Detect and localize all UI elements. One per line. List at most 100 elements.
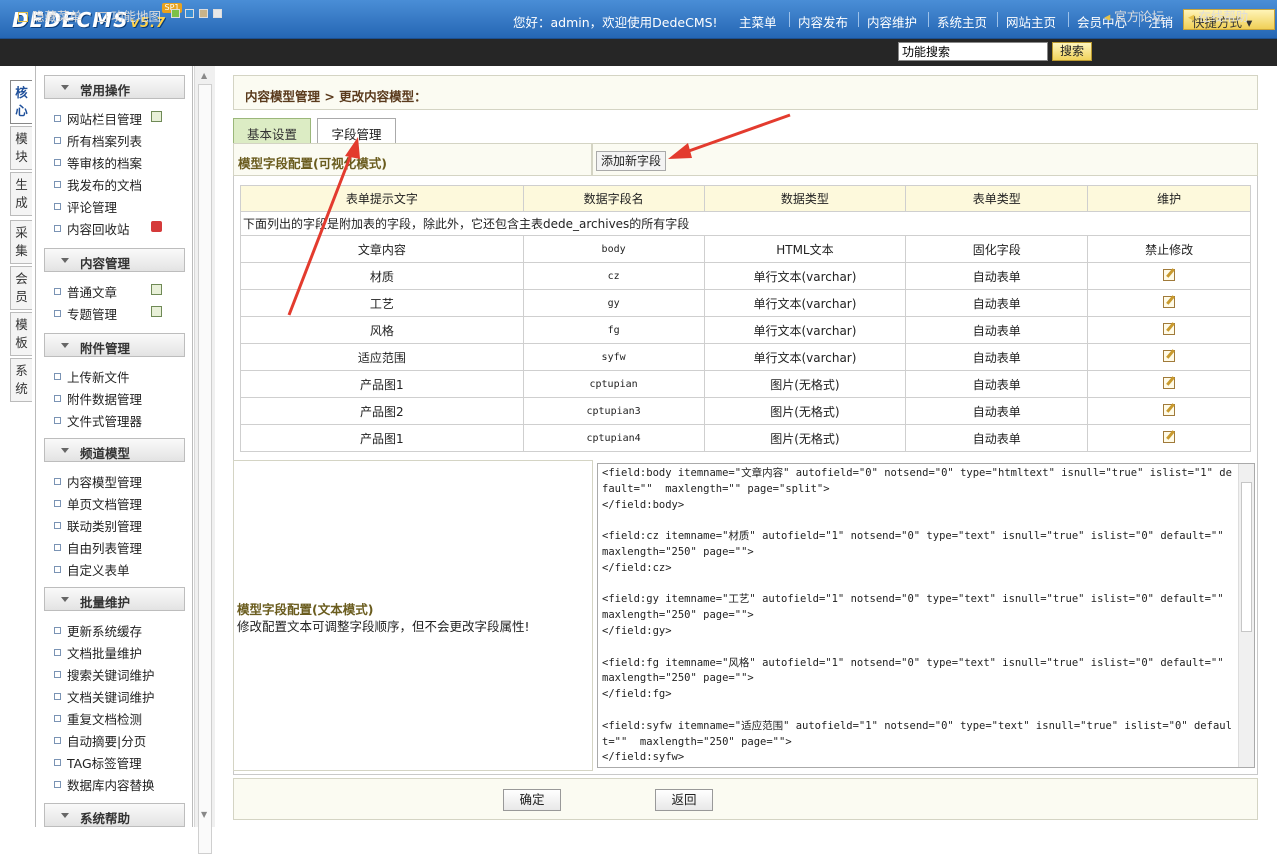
menu-section-5[interactable]: 系统帮助 (44, 803, 185, 827)
edit-icon[interactable] (1163, 295, 1176, 308)
add-field-button[interactable]: 添加新字段 (596, 151, 666, 171)
cell-type: HTML文本 (703, 235, 907, 263)
table-row: 文章内容 body HTML文本 固化字段 禁止修改 (240, 235, 1251, 263)
menu-section-0[interactable]: 常用操作 (44, 75, 185, 99)
menu-section-1[interactable]: 内容管理 (44, 248, 185, 272)
vtab-6[interactable]: 系 统 (10, 358, 32, 402)
menu-item[interactable]: 所有档案列表 (54, 131, 142, 150)
menu-item[interactable]: 我发布的文档 (54, 175, 142, 194)
topnav-item-4[interactable]: 网站主页 (1006, 12, 1056, 31)
tab-basic-settings[interactable]: 基本设置 (233, 118, 311, 144)
collapse-arrow-icon (61, 813, 69, 818)
cell-action (1087, 316, 1251, 344)
scroll-up-icon[interactable]: ▲ (201, 71, 207, 80)
textarea-scrollbar[interactable] (1238, 464, 1254, 767)
edit-icon[interactable] (1163, 403, 1176, 416)
menu-scrollbar[interactable]: ▲ ▼ (194, 66, 215, 854)
menu-item[interactable]: 专题管理 (54, 304, 117, 323)
menu-item[interactable]: 上传新文件 (54, 367, 130, 386)
back-button[interactable]: 返回 (655, 789, 713, 811)
edit-icon[interactable] (1163, 268, 1176, 281)
edit-icon[interactable] (1163, 349, 1176, 362)
topnav-divider (858, 12, 859, 27)
topnav-item-0[interactable]: 主菜单 (739, 12, 777, 31)
tab-field-management[interactable]: 字段管理 (317, 118, 396, 144)
topnav-divider (997, 12, 998, 27)
vtab-5[interactable]: 模 板 (10, 312, 32, 356)
forum-link[interactable]: ◂ 官方论坛 (1104, 6, 1164, 25)
menu-section-3[interactable]: 频道模型 (44, 438, 185, 462)
add-icon[interactable] (151, 306, 162, 317)
menu-item[interactable]: 数据库内容替换 (54, 775, 155, 794)
cell-form: 自动表单 (905, 262, 1089, 290)
confirm-button[interactable]: 确定 (503, 789, 561, 811)
topnav-divider (789, 12, 790, 27)
func-map-button[interactable]: 功能地图 (97, 6, 161, 25)
menu-section-title: 常用操作 (80, 83, 131, 98)
table-row: 产品图1 cptupian4 图片(无格式) 自动表单 (240, 424, 1251, 452)
function-search-input[interactable] (898, 42, 1048, 61)
scroll-down-icon[interactable]: ▼ (201, 810, 207, 819)
theme-brown-icon[interactable] (199, 9, 208, 18)
edit-icon[interactable] (1163, 430, 1176, 443)
vtab-3[interactable]: 采 集 (10, 220, 32, 264)
cell-form: 自动表单 (905, 397, 1089, 425)
menu-item[interactable]: 更新系统缓存 (54, 621, 142, 640)
menu-section-4[interactable]: 批量维护 (44, 587, 185, 611)
menu-item[interactable]: 自由列表管理 (54, 538, 142, 557)
collapse-arrow-icon (61, 343, 69, 348)
theme-green-icon[interactable] (171, 9, 180, 18)
cell-field: syfw (522, 343, 705, 371)
column-header: 表单提示文字 (240, 185, 524, 212)
breadcrumb: 内容模型管理 > 更改内容模型： (233, 75, 1258, 110)
topnav-item-1[interactable]: 内容发布 (798, 12, 848, 31)
menu-item[interactable]: 附件数据管理 (54, 389, 142, 408)
menu-item[interactable]: 文档批量维护 (54, 643, 142, 662)
cell-type: 单行文本(varchar) (703, 289, 907, 317)
menu-item[interactable]: 内容模型管理 (54, 472, 142, 491)
menu-item[interactable]: 搜索关键词维护 (54, 665, 155, 684)
search-button[interactable]: 搜索 (1052, 42, 1092, 61)
cell-type: 单行文本(varchar) (703, 316, 907, 344)
vtab-1[interactable]: 模 块 (10, 126, 32, 170)
edit-icon[interactable] (1163, 376, 1176, 389)
cell-field: cptupian3 (522, 397, 705, 425)
column-header: 数据类型 (703, 185, 907, 212)
table-row: 风格 fg 单行文本(varchar) 自动表单 (240, 316, 1251, 344)
cell-action (1087, 343, 1251, 371)
hide-menu-button[interactable]: 隐藏菜单 (18, 6, 82, 25)
menu-item[interactable]: 自动摘要|分页 (54, 731, 146, 750)
menu-item[interactable]: 自定义表单 (54, 560, 130, 579)
field-config-textarea[interactable]: <field:body itemname="文章内容" autofield="0… (597, 463, 1255, 768)
menu-item[interactable]: TAG标签管理 (54, 753, 142, 772)
cell-label: 产品图1 (240, 424, 524, 452)
menu-item[interactable]: 等审核的档案 (54, 153, 142, 172)
menu-item[interactable]: 文档关键词维护 (54, 687, 155, 706)
speaker-icon: ◂ (1188, 9, 1195, 24)
edit-icon[interactable] (1163, 322, 1176, 335)
table-header: 表单提示文字 数据字段名 数据类型 表单类型 维护 (240, 185, 1251, 212)
vtab-0[interactable]: 核 心 (10, 80, 32, 124)
theme-white-icon[interactable] (213, 9, 222, 18)
theme-blue-icon[interactable] (185, 9, 194, 18)
vtab-2[interactable]: 生 成 (10, 172, 32, 216)
topnav-item-2[interactable]: 内容维护 (867, 12, 917, 31)
menu-item[interactable]: 文件式管理器 (54, 411, 142, 430)
menu-item[interactable]: 单页文档管理 (54, 494, 142, 513)
help-link[interactable]: ◂ 在线帮助 (1188, 6, 1248, 25)
menu-item[interactable]: 内容回收站 (54, 219, 130, 238)
menu-item[interactable]: 重复文档检测 (54, 709, 142, 728)
add-icon[interactable] (151, 111, 162, 122)
vtab-4[interactable]: 会 员 (10, 266, 32, 310)
cell-action (1087, 424, 1251, 452)
menu-item[interactable]: 评论管理 (54, 197, 117, 216)
topnav-item-3[interactable]: 系统主页 (937, 12, 987, 31)
add-icon[interactable] (151, 284, 162, 295)
menu-item[interactable]: 普通文章 (54, 282, 117, 301)
menu-section-2[interactable]: 附件管理 (44, 333, 185, 357)
menu-item[interactable]: 联动类别管理 (54, 516, 142, 535)
cell-label: 工艺 (240, 289, 524, 317)
menu-item[interactable]: 网站栏目管理 (54, 109, 142, 128)
clear-trash-icon[interactable] (151, 221, 162, 232)
welcome-text: 您好：admin，欢迎使用DedeCMS! (513, 15, 718, 30)
